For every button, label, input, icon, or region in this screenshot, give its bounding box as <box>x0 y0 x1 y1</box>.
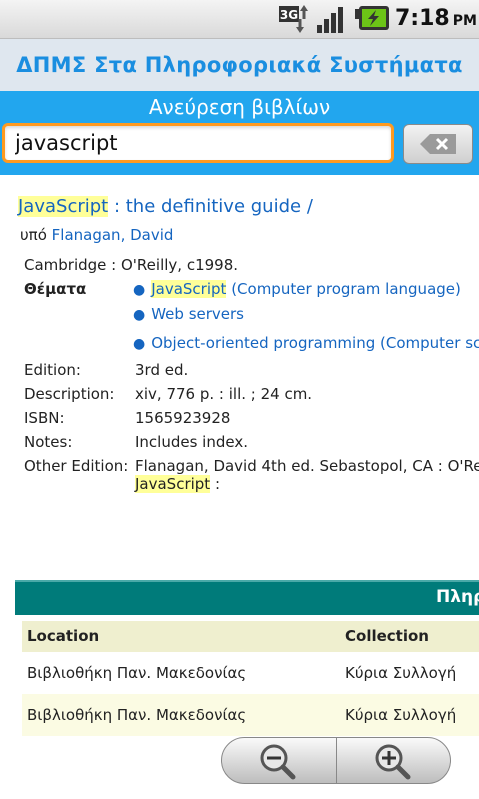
author-line: υπό Flanagan, David <box>20 226 173 244</box>
subjects-label: Θέματα <box>24 280 87 298</box>
location-cell: Βιβλιοθήκη Παν. Μακεδονίας <box>27 664 247 682</box>
zoom-controls <box>221 737 451 784</box>
subject-item-3[interactable]: ● Object-oriented programming (Computer s… <box>133 334 479 352</box>
publication-info: Cambridge : O'Reilly, c1998. <box>24 256 239 274</box>
clock-time: 7:18 <box>395 6 450 31</box>
search-heading: Ανεύρεση βιβλίων <box>148 95 331 119</box>
description-value: xiv, 776 p. : ill. ; 24 cm. <box>135 385 313 403</box>
table-row: Βιβλιοθήκη Παν. Μακεδονίας Κύρια Συλλογή <box>22 694 479 736</box>
other-edition-highlight: JavaScript <box>135 475 211 493</box>
edition-label: Edition: <box>24 361 81 379</box>
bullet-icon: ● <box>133 282 146 298</box>
other-edition-value[interactable]: Flanagan, David 4th ed. Sebastopol, CA :… <box>135 457 479 475</box>
status-bar: 3G 7:18 PM <box>0 0 479 39</box>
app-title: ΔΠΜΣ Στα Πληροφοριακά Συστήματα <box>16 53 463 77</box>
location-cell: Βιβλιοθήκη Παν. Μακεδονίας <box>27 706 247 724</box>
collection-cell: Κύρια Συλλογή <box>345 664 457 682</box>
isbn-label: ISBN: <box>24 409 65 427</box>
holdings-header-text: Πληρ <box>436 587 479 607</box>
bullet-icon: ● <box>133 307 146 323</box>
other-edition-rest: : <box>210 475 221 493</box>
zoom-in-icon <box>375 744 411 779</box>
clear-search-button[interactable] <box>403 124 473 164</box>
column-header-location: Location <box>27 627 100 645</box>
subject-item-2[interactable]: ● Web servers <box>133 305 244 323</box>
notes-label: Notes: <box>24 433 73 451</box>
backspace-clear-icon <box>420 134 456 154</box>
title-highlight: JavaScript <box>18 196 109 217</box>
title-rest: : the definitive guide / <box>108 196 313 217</box>
bullet-icon: ● <box>133 336 146 352</box>
description-label: Description: <box>24 385 115 403</box>
edition-value: 3rd ed. <box>135 361 189 379</box>
subject-highlight: JavaScript <box>151 280 227 298</box>
notes-value: Includes index. <box>135 433 248 451</box>
column-header-collection: Collection <box>345 627 429 645</box>
author-link[interactable]: Flanagan, David <box>52 226 174 244</box>
svg-text:3G: 3G <box>280 8 298 22</box>
holdings-header: Πληρ <box>15 580 479 615</box>
zoom-out-icon <box>260 744 296 779</box>
other-edition-line2[interactable]: JavaScript : <box>135 475 220 493</box>
subject-text: (Computer program language) <box>226 280 461 298</box>
signal-icon <box>317 7 343 33</box>
table-header-row: Location Collection <box>22 621 479 652</box>
table-row: Βιβλιοθήκη Παν. Μακεδονίας Κύρια Συλλογή <box>22 652 479 694</box>
other-edition-label: Other Edition: <box>24 457 129 475</box>
subject-text: Object-oriented programming (Computer sc… <box>151 334 479 352</box>
battery-charging-icon <box>355 6 389 30</box>
collection-cell: Κύρια Συλλογή <box>345 706 457 724</box>
book-title-link[interactable]: JavaScript : the definitive guide / <box>18 196 313 217</box>
isbn-value: 1565923928 <box>135 409 231 427</box>
3g-data-icon: 3G <box>279 5 308 33</box>
zoom-in-button[interactable] <box>337 738 450 783</box>
subject-text: Web servers <box>151 305 244 323</box>
zoom-out-button[interactable] <box>222 738 337 783</box>
author-prefix: υπό <box>20 226 52 244</box>
search-input[interactable] <box>2 123 394 163</box>
search-band: Ανεύρεση βιβλίων <box>0 91 479 175</box>
app-header: ΔΠΜΣ Στα Πληροφοριακά Συστήματα <box>0 39 479 91</box>
clock: 7:18 PM <box>395 6 477 31</box>
clock-ampm: PM <box>452 13 477 29</box>
subject-item-1[interactable]: ● JavaScript (Computer program language) <box>133 280 461 298</box>
